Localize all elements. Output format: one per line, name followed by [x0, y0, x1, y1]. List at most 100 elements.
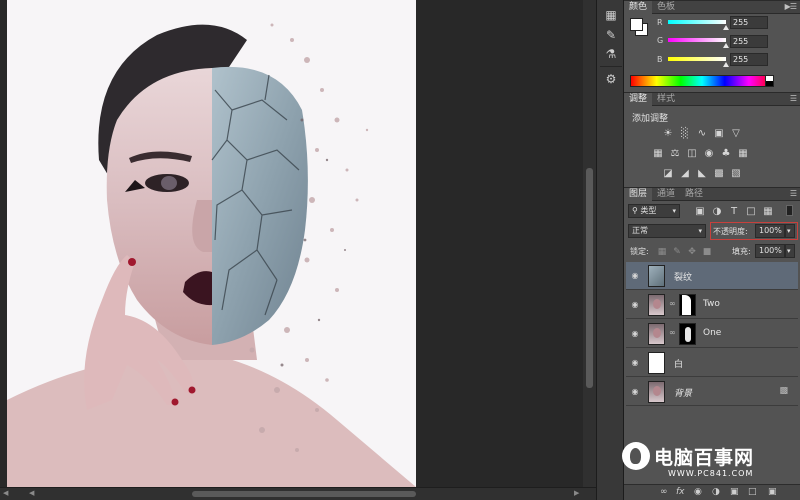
layer-name: Two: [703, 299, 720, 309]
filter-toggle[interactable]: [786, 205, 793, 216]
red-slider[interactable]: [668, 20, 726, 24]
panel-menu-icon[interactable]: ☰: [790, 189, 797, 198]
lock-label: 锁定:: [630, 247, 649, 256]
fill-label: 填充:: [732, 247, 751, 256]
exposure-icon[interactable]: ▣: [713, 128, 725, 139]
layer-row-background[interactable]: ◉ 背景 ▩: [626, 378, 798, 406]
filter-pixel-icon[interactable]: ▣: [694, 206, 706, 217]
fill-dropdown-icon[interactable]: ▾: [785, 244, 795, 258]
color-balance-icon[interactable]: ⚖: [669, 148, 681, 159]
tab-layers[interactable]: 图层: [624, 188, 653, 201]
lock-transparent-icon[interactable]: ▦: [657, 247, 667, 257]
layer-row-one[interactable]: ◉ ∞ One: [626, 320, 798, 348]
visibility-eye-icon[interactable]: ◉: [630, 329, 640, 339]
new-layer-icon[interactable]: □: [748, 487, 757, 497]
color-spectrum-bar[interactable]: [630, 75, 774, 87]
scroll-left-step-icon[interactable]: ◀: [29, 490, 34, 497]
panel-menu-icon[interactable]: ▶☰: [785, 2, 797, 11]
chain-link-icon[interactable]: ∞: [669, 299, 676, 308]
filter-type-icon[interactable]: T: [728, 206, 740, 217]
filter-shape-icon[interactable]: □: [745, 206, 757, 217]
foreground-color-swatch[interactable]: [630, 18, 643, 31]
tab-styles[interactable]: 样式: [652, 93, 680, 106]
watermark-url: WWW.PC841.COM: [668, 469, 754, 478]
layer-mask-thumbnail[interactable]: [679, 294, 696, 316]
color-lookup-icon[interactable]: ▦: [737, 148, 749, 159]
filter-smart-object-icon[interactable]: ▦: [762, 206, 774, 217]
photo-filter-icon[interactable]: ◉: [703, 148, 715, 159]
green-value-input[interactable]: 255: [730, 35, 768, 48]
tab-adjustments[interactable]: 调整: [624, 93, 653, 106]
black-white-ramp[interactable]: [765, 75, 774, 87]
horizontal-scrollbar[interactable]: ◀ ◀ ▶: [0, 487, 596, 500]
tab-channels[interactable]: 通道: [652, 188, 680, 201]
layer-name: 白: [674, 360, 684, 370]
new-group-icon[interactable]: ▣: [730, 487, 739, 497]
red-slider-thumb[interactable]: [723, 25, 729, 30]
channel-mixer-icon[interactable]: ♣: [720, 148, 732, 159]
add-mask-icon[interactable]: ◉: [694, 487, 702, 497]
gradient-map-icon[interactable]: ▩: [713, 168, 725, 179]
blend-mode-select[interactable]: 正常 ▾: [628, 224, 706, 238]
panel-menu-icon[interactable]: ☰: [790, 94, 797, 103]
tab-paths[interactable]: 路径: [680, 188, 708, 201]
visibility-eye-icon[interactable]: ◉: [630, 358, 640, 368]
threshold-icon[interactable]: ◣: [696, 168, 708, 179]
curves-icon[interactable]: ∿: [696, 128, 708, 139]
layer-row-crack[interactable]: ◉ 裂纹: [626, 262, 798, 290]
visibility-eye-icon[interactable]: ◉: [630, 271, 640, 281]
green-slider[interactable]: [668, 38, 726, 42]
scroll-right-icon[interactable]: ▶: [574, 490, 579, 497]
tab-swatches[interactable]: 色板: [652, 1, 680, 14]
lock-image-icon[interactable]: ✎: [672, 247, 682, 257]
posterize-icon[interactable]: ◢: [679, 168, 691, 179]
blue-slider-thumb[interactable]: [723, 62, 729, 67]
site-watermark: 电脑百事网 WWW.PC841.COM: [622, 440, 798, 484]
scroll-left-icon[interactable]: ◀: [3, 490, 8, 497]
history-icon[interactable]: ▦: [602, 6, 620, 24]
vertical-scroll-thumb[interactable]: [586, 168, 593, 388]
hue-saturation-icon[interactable]: ▦: [652, 148, 664, 159]
layer-name: One: [703, 328, 722, 338]
layer-filter-kind-select[interactable]: ⚲ 类型 ▾: [628, 204, 680, 218]
opacity-input[interactable]: 100%: [755, 224, 785, 238]
vibrance-icon[interactable]: ▽: [730, 128, 742, 139]
filter-adjustment-icon[interactable]: ◑: [711, 206, 723, 217]
lock-all-icon[interactable]: ■: [702, 247, 712, 257]
vertical-scrollbar[interactable]: [583, 0, 596, 487]
document-canvas-area[interactable]: ◀ ◀ ▶: [0, 0, 596, 500]
red-channel-label: R: [657, 18, 663, 27]
chain-link-icon[interactable]: ∞: [669, 328, 676, 337]
layers-panel-tabs: 图层 通道 路径 ☰: [624, 187, 800, 201]
layer-row-two[interactable]: ◉ ∞ Two: [626, 291, 798, 319]
layer-thumbnail: [648, 352, 665, 374]
adjustment-layer-icon[interactable]: ◑: [712, 487, 720, 497]
blue-value-input[interactable]: 255: [730, 53, 768, 66]
fx-icon[interactable]: fx: [676, 487, 685, 497]
fill-input[interactable]: 100%: [755, 244, 785, 258]
layer-row-white[interactable]: ◉ 白: [626, 349, 798, 377]
tab-color[interactable]: 颜色: [624, 1, 653, 14]
document-image[interactable]: [7, 0, 416, 487]
visibility-eye-icon[interactable]: ◉: [630, 387, 640, 397]
horizontal-scroll-thumb[interactable]: [192, 491, 416, 497]
red-value-input[interactable]: 255: [730, 16, 768, 29]
green-slider-thumb[interactable]: [723, 43, 729, 48]
levels-icon[interactable]: ░: [679, 128, 691, 139]
layer-name: 背景: [674, 389, 693, 399]
black-white-icon[interactable]: ◫: [686, 148, 698, 159]
brush-presets-icon[interactable]: ✎: [602, 26, 620, 44]
blue-slider[interactable]: [668, 57, 726, 61]
layer-mask-thumbnail[interactable]: [679, 323, 696, 345]
invert-icon[interactable]: ◪: [662, 168, 674, 179]
link-layers-icon[interactable]: ∞: [660, 487, 668, 497]
selective-color-icon[interactable]: ▧: [730, 168, 742, 179]
clone-source-icon[interactable]: ⚗: [602, 45, 620, 63]
delete-layer-icon[interactable]: ▣: [768, 487, 777, 497]
green-channel-label: G: [657, 36, 664, 45]
navigator-icon[interactable]: ⚙: [602, 70, 620, 88]
lock-position-icon[interactable]: ✥: [687, 247, 697, 257]
visibility-eye-icon[interactable]: ◉: [630, 300, 640, 310]
opacity-dropdown-icon[interactable]: ▾: [785, 224, 795, 238]
brightness-contrast-icon[interactable]: ☀: [662, 128, 674, 139]
